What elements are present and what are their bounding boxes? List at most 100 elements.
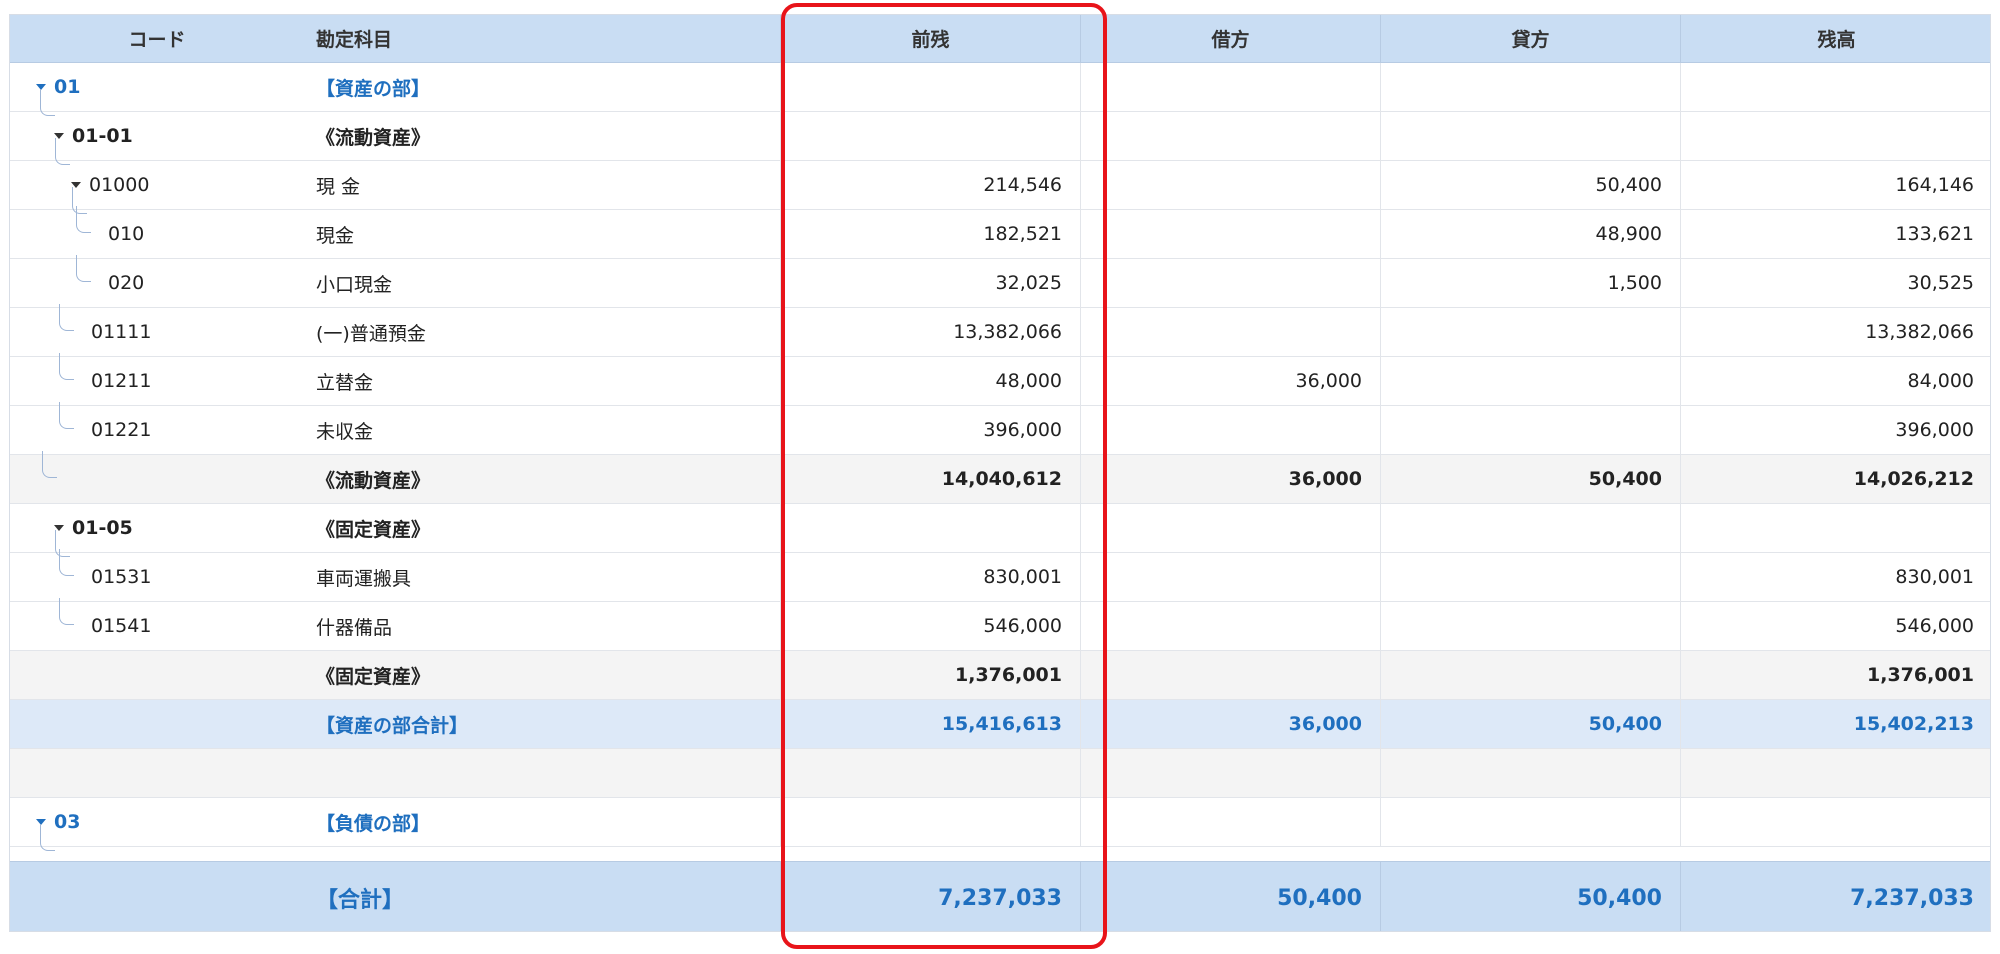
credit-cell — [1380, 357, 1680, 405]
prev-balance-cell: 546,000 — [780, 602, 1080, 650]
balance-cell: 133,621 — [1680, 210, 1990, 258]
debit-cell — [1080, 749, 1380, 797]
subtotal-row[interactable]: 《流動資産》 14,040,612 36,000 50,400 14,026,2… — [10, 451, 1990, 504]
account-name: (一)普通預金 — [316, 322, 426, 345]
debit-cell — [1080, 504, 1380, 552]
debit-cell — [1080, 210, 1380, 258]
balance-cell: 13,382,066 — [1680, 308, 1990, 356]
prev-balance-cell: 48,000 — [780, 357, 1080, 405]
column-header-balance[interactable]: 残高 — [1680, 15, 1990, 62]
debit-cell — [1080, 112, 1380, 160]
account-name: 《流動資産》 — [316, 469, 431, 492]
subtotal-row[interactable]: 《固定資産》 1,376,001 1,376,001 — [10, 651, 1990, 700]
debit-cell: 36,000 — [1080, 357, 1380, 405]
credit-cell — [1380, 602, 1680, 650]
account-name: 《固定資産》 — [316, 518, 431, 541]
account-name: 小口現金 — [316, 273, 393, 296]
prev-balance-cell: 1,376,001 — [780, 651, 1080, 699]
debit-cell — [1080, 259, 1380, 307]
table-row[interactable]: 01531 車両運搬具 830,001 830,001 — [10, 549, 1990, 602]
debit-cell — [1080, 553, 1380, 601]
table-row[interactable]: 01-05 《固定資産》 — [10, 504, 1990, 557]
account-name: 立替金 — [316, 371, 374, 394]
section-total-row[interactable]: 【資産の部合計】 15,416,613 36,000 50,400 15,402… — [10, 700, 1990, 749]
tree-connector — [59, 402, 74, 429]
account-name: 未収金 — [316, 420, 374, 443]
table-row[interactable]: 01211 立替金 48,000 36,000 84,000 — [10, 353, 1990, 406]
balance-cell: 396,000 — [1680, 406, 1990, 454]
prev-balance-cell: 396,000 — [780, 406, 1080, 454]
tree-connector — [76, 206, 91, 233]
table-row[interactable]: 01-01 《流動資産》 — [10, 112, 1990, 165]
account-code: 020 — [108, 272, 145, 294]
debit-cell — [1080, 798, 1380, 846]
account-name: 【負債の部】 — [316, 812, 431, 835]
account-code — [10, 749, 304, 797]
column-header-code[interactable]: コード — [10, 15, 304, 62]
debit-cell — [1080, 406, 1380, 454]
footer-credit: 50,400 — [1380, 862, 1680, 931]
credit-cell — [1380, 749, 1680, 797]
balance-cell: 15,402,213 — [1680, 700, 1990, 748]
balance-cell — [1680, 112, 1990, 160]
tree-connector — [59, 549, 74, 576]
table-row[interactable]: 01541 什器備品 546,000 546,000 — [10, 598, 1990, 651]
footer-debit: 50,400 — [1080, 862, 1380, 931]
credit-cell — [1380, 308, 1680, 356]
balance-cell: 830,001 — [1680, 553, 1990, 601]
account-name: 現 金 — [316, 175, 361, 198]
prev-balance-cell: 830,001 — [780, 553, 1080, 601]
credit-cell — [1380, 504, 1680, 552]
balance-cell: 30,525 — [1680, 259, 1990, 307]
prev-balance-cell: 13,382,066 — [780, 308, 1080, 356]
credit-cell — [1380, 553, 1680, 601]
prev-balance-cell: 214,546 — [780, 161, 1080, 209]
balance-cell: 14,026,212 — [1680, 455, 1990, 503]
debit-cell — [1080, 63, 1380, 111]
debit-cell — [1080, 602, 1380, 650]
table-row[interactable]: 01221 未収金 396,000 396,000 — [10, 402, 1990, 455]
account-code: 01000 — [89, 174, 150, 196]
credit-cell: 1,500 — [1380, 259, 1680, 307]
column-header-prev-balance[interactable]: 前残 — [780, 15, 1080, 62]
account-code: 01211 — [91, 370, 152, 392]
column-header-account[interactable]: 勘定科目 — [304, 15, 780, 62]
credit-cell: 50,400 — [1380, 455, 1680, 503]
prev-balance-cell — [780, 112, 1080, 160]
account-code — [10, 700, 304, 748]
table-row[interactable]: 010 現金 182,521 48,900 133,621 — [10, 206, 1990, 259]
footer-code-cell — [10, 862, 304, 931]
table-row[interactable]: 03 【負債の部】 — [10, 798, 1990, 851]
prev-balance-cell — [780, 63, 1080, 111]
debit-cell — [1080, 651, 1380, 699]
footer-balance: 7,237,033 — [1680, 862, 1990, 931]
table-row[interactable]: 01000 現 金 214,546 50,400 164,146 — [10, 161, 1990, 214]
credit-cell — [1380, 112, 1680, 160]
spacer-row — [10, 749, 1990, 798]
table-row[interactable]: 01111 (一)普通預金 13,382,066 13,382,066 — [10, 304, 1990, 357]
account-code: 01221 — [91, 419, 152, 441]
debit-cell — [1080, 308, 1380, 356]
account-code: 01 — [54, 76, 81, 98]
column-header-credit[interactable]: 貸方 — [1380, 15, 1680, 62]
account-name: 現金 — [316, 224, 355, 247]
debit-cell: 36,000 — [1080, 700, 1380, 748]
account-code: 01-01 — [72, 125, 133, 147]
prev-balance-cell: 15,416,613 — [780, 700, 1080, 748]
account-name: 什器備品 — [316, 616, 393, 639]
balance-cell — [1680, 749, 1990, 797]
footer-label: 【合計】 — [316, 888, 405, 913]
balance-cell: 1,376,001 — [1680, 651, 1990, 699]
prev-balance-cell: 14,040,612 — [780, 455, 1080, 503]
account-code: 01-05 — [72, 517, 133, 539]
trial-balance-grid: コード 勘定科目 前残 借方 貸方 残高 01 【資産の部】 01-01 《流動… — [9, 14, 1991, 932]
tree-connector — [40, 824, 55, 851]
credit-cell — [1380, 406, 1680, 454]
account-code: 03 — [54, 811, 81, 833]
column-header-debit[interactable]: 借方 — [1080, 15, 1380, 62]
account-code: 010 — [108, 223, 145, 245]
prev-balance-cell: 32,025 — [780, 259, 1080, 307]
table-row[interactable]: 01 【資産の部】 — [10, 63, 1990, 116]
prev-balance-cell — [780, 798, 1080, 846]
table-row[interactable]: 020 小口現金 32,025 1,500 30,525 — [10, 255, 1990, 308]
